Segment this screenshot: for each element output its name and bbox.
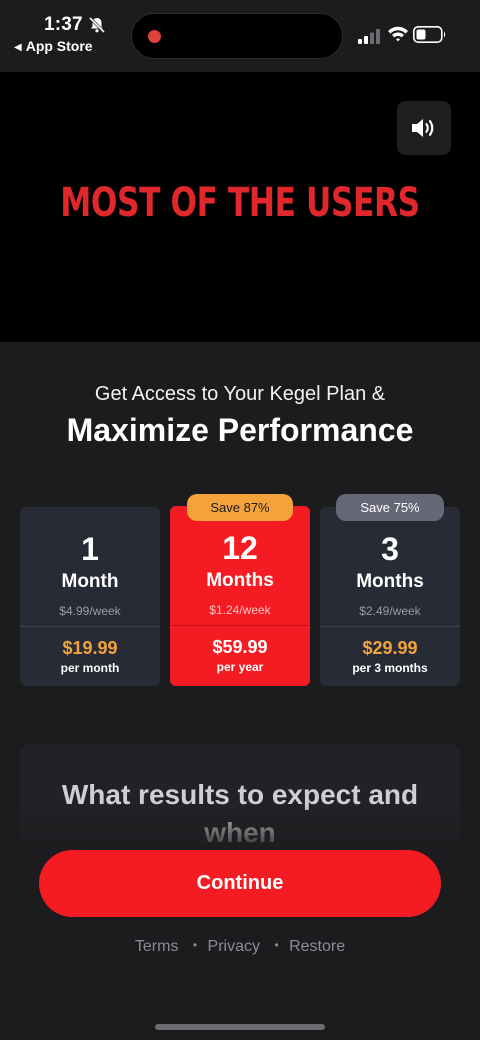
plan-billing-period: per year <box>216 660 264 674</box>
save-badge-12-months: Save 87% <box>187 494 293 521</box>
plan-weekly-price: $4.99/week <box>59 604 121 618</box>
plan-divider <box>170 625 310 626</box>
plan-duration-unit: Months <box>206 570 274 591</box>
back-app-label: App Store <box>25 38 93 54</box>
save-badge-3-months: Save 75% <box>336 494 444 521</box>
plan-card-12-months[interactable]: 12 Months $1.24/week $59.99 per year <box>170 506 310 686</box>
paywall-title: Maximize Performance <box>66 412 414 448</box>
plan-price: $59.99 <box>212 637 268 657</box>
video-headline: MOST OF THE USERS <box>60 180 420 226</box>
plan-duration-unit: Month <box>61 571 119 592</box>
privacy-link[interactable]: Privacy <box>208 938 260 955</box>
plan-weekly-price: $2.49/week <box>359 604 421 618</box>
battery-icon <box>413 26 446 43</box>
bell-slash-icon <box>88 16 106 34</box>
footer-links: Terms • Privacy • Restore <box>0 938 480 956</box>
status-time: 1:37 <box>44 14 83 35</box>
speaker-icon <box>412 119 434 137</box>
footer-separator: • <box>274 938 279 952</box>
plan-price: $19.99 <box>62 638 118 658</box>
plan-price: $29.99 <box>362 638 418 658</box>
terms-link[interactable]: Terms <box>135 938 179 955</box>
plan-billing-period: per month <box>60 661 120 675</box>
wifi-icon <box>388 26 408 42</box>
sound-toggle-button[interactable] <box>397 101 451 155</box>
signal-icon <box>358 29 380 44</box>
continue-button[interactable]: Continue <box>39 850 441 917</box>
plan-duration-unit: Months <box>356 571 424 592</box>
back-triangle-icon: ◀ <box>14 42 22 53</box>
dynamic-island <box>131 13 343 59</box>
plan-billing-period: per 3 months <box>352 661 428 675</box>
home-indicator[interactable] <box>155 1024 325 1030</box>
plan-card-3-months[interactable]: 3 Months $2.49/week $29.99 per 3 months <box>320 507 460 686</box>
status-bar: 1:37 ◀ App Store <box>0 0 480 72</box>
plan-duration-number: 12 <box>222 530 258 566</box>
plan-divider <box>20 626 160 627</box>
recording-indicator <box>148 30 161 43</box>
back-to-app-store[interactable]: ◀ App Store <box>14 38 93 54</box>
restore-link[interactable]: Restore <box>289 938 345 955</box>
plan-duration-number: 1 <box>81 531 99 567</box>
promo-video[interactable]: MOST OF THE USERS <box>0 72 480 342</box>
plan-card-1-month[interactable]: 1 Month $4.99/week $19.99 per month <box>20 507 160 686</box>
footer-separator: • <box>192 938 198 952</box>
plan-duration-number: 3 <box>381 531 399 567</box>
paywall-subtitle: Get Access to Your Kegel Plan & <box>94 383 386 405</box>
plan-divider <box>320 626 460 627</box>
plan-weekly-price: $1.24/week <box>209 603 271 617</box>
